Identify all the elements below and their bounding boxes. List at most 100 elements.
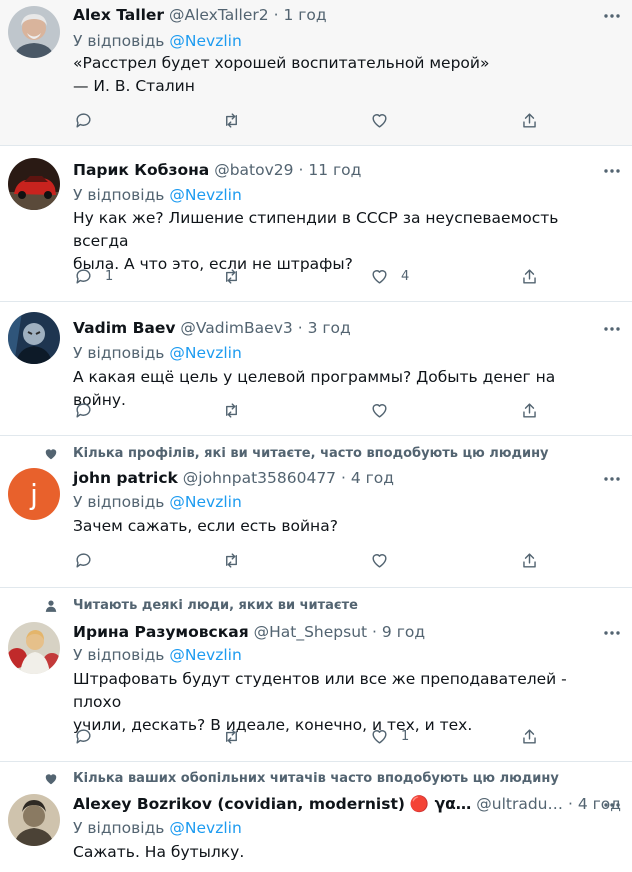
author-name[interactable]: Alexey Bozrikov (covidian, modernist) <box>73 795 405 813</box>
timestamp[interactable]: 4 год <box>351 469 394 487</box>
retweet-button[interactable] <box>222 726 241 746</box>
reply-button[interactable] <box>74 400 105 420</box>
tweet-header: Парик Кобзона @batov29 · 11 год <box>73 160 361 180</box>
more-options-icon[interactable] <box>602 6 622 26</box>
reply-button[interactable] <box>74 110 105 130</box>
heart-icon <box>44 772 58 786</box>
more-options-icon[interactable] <box>602 795 622 815</box>
author-name[interactable]: Alex Taller <box>73 6 164 24</box>
timestamp[interactable]: 11 год <box>308 161 361 179</box>
more-options-icon[interactable] <box>602 623 622 643</box>
like-button[interactable] <box>370 110 401 130</box>
avatar[interactable]: j <box>8 468 60 520</box>
reply-icon <box>74 727 93 746</box>
author-handle[interactable]: @ultradu… <box>476 795 563 813</box>
tweet[interactable]: Vadim Baev @VadimBaev3 · 3 год У відпові… <box>0 302 632 436</box>
mention-link[interactable]: @Nevzlin <box>169 819 241 837</box>
author-name[interactable]: Vadim Baev <box>73 319 175 337</box>
share-button[interactable] <box>520 550 539 570</box>
avatar[interactable] <box>8 312 60 364</box>
reply-to: У відповідь @Nevzlin <box>73 645 242 665</box>
avatar[interactable] <box>8 622 60 674</box>
reply-button[interactable] <box>74 726 105 746</box>
reply-to: У відповідь @Nevzlin <box>73 185 242 205</box>
tweet[interactable]: Кілька ваших обопільних читачів часто вп… <box>0 762 632 872</box>
like-button[interactable] <box>370 550 401 570</box>
separator-dot: · <box>340 469 346 487</box>
author-name-extra[interactable]: 🔴 γα… <box>410 795 471 813</box>
tweet[interactable]: Парик Кобзона @batov29 · 11 год У відпов… <box>0 146 632 302</box>
author-handle[interactable]: @Hat_Shepsut <box>254 623 368 641</box>
author-name[interactable]: Парик Кобзона <box>73 161 209 179</box>
share-icon <box>520 401 539 420</box>
like-count: 1 <box>401 728 410 744</box>
retweet-button[interactable] <box>222 400 241 420</box>
mention-link[interactable]: @Nevzlin <box>169 344 241 362</box>
author-name[interactable]: Ирина Разумовская <box>73 623 249 641</box>
avatar[interactable] <box>8 6 60 58</box>
reply-to: У відповідь @Nevzlin <box>73 818 242 838</box>
tweet-header: john patrick @johnpat35860477 · 4 год <box>73 468 394 488</box>
reply-prefix: У відповідь <box>73 819 165 837</box>
like-button[interactable] <box>370 400 401 420</box>
mention-link[interactable]: @Nevzlin <box>169 493 241 511</box>
reply-prefix: У відповідь <box>73 186 165 204</box>
tweet-text-line: — И. В. Сталин <box>73 77 195 95</box>
social-context[interactable]: Кілька ваших обопільних читачів часто вп… <box>73 771 559 786</box>
timestamp[interactable]: 3 год <box>308 319 351 337</box>
share-button[interactable] <box>520 400 539 420</box>
share-icon <box>520 727 539 746</box>
tweet[interactable]: Читають деякі люди, яких ви читаєте Ирин… <box>0 588 632 762</box>
tweet[interactable]: Alex Taller @AlexTaller2 · 1 год У відпо… <box>0 0 632 146</box>
tweet-text-line: Штрафовать будут студентов или все же пр… <box>73 670 567 711</box>
mention-link[interactable]: @Nevzlin <box>169 32 241 50</box>
tweet-text-line: Ну как же? Лишение стипендии в СССР за н… <box>73 209 559 250</box>
more-options-icon[interactable] <box>602 319 622 339</box>
reply-prefix: У відповідь <box>73 493 165 511</box>
timestamp[interactable]: 9 год <box>382 623 425 641</box>
more-options-icon[interactable] <box>602 161 622 181</box>
timestamp[interactable]: 1 год <box>283 6 326 24</box>
heart-icon <box>44 447 58 461</box>
mention-link[interactable]: @Nevzlin <box>169 186 241 204</box>
retweet-button[interactable] <box>222 266 241 286</box>
more-options-icon[interactable] <box>602 469 622 489</box>
author-handle[interactable]: @AlexTaller2 <box>169 6 269 24</box>
like-button[interactable]: 4 <box>370 266 409 286</box>
reply-prefix: У відповідь <box>73 32 165 50</box>
reply-icon <box>74 551 93 570</box>
share-button[interactable] <box>520 266 539 286</box>
like-count: 4 <box>401 268 410 284</box>
retweet-icon <box>222 551 241 570</box>
retweet-icon <box>222 727 241 746</box>
author-name[interactable]: john patrick <box>73 469 178 487</box>
tweet-header: Alex Taller @AlexTaller2 · 1 год <box>73 5 327 25</box>
share-icon <box>520 111 539 130</box>
share-button[interactable] <box>520 726 539 746</box>
avatar[interactable] <box>8 794 60 846</box>
social-context[interactable]: Кілька профілів, які ви читаєте, часто в… <box>73 446 549 461</box>
reply-icon <box>74 401 93 420</box>
retweet-button[interactable] <box>222 550 241 570</box>
tweet-text: Сажать. На бутылку. <box>73 841 608 864</box>
author-handle[interactable]: @batov29 <box>214 161 293 179</box>
reply-count: 1 <box>105 268 114 284</box>
share-icon <box>520 551 539 570</box>
tweet-text-line: Зачем сажать, если есть война? <box>73 517 338 535</box>
tweet-header: Vadim Baev @VadimBaev3 · 3 год <box>73 318 351 338</box>
author-handle[interactable]: @VadimBaev3 <box>180 319 292 337</box>
reply-button[interactable]: 1 <box>74 266 113 286</box>
tweet[interactable]: Кілька профілів, які ви читаєте, часто в… <box>0 436 632 588</box>
retweet-icon <box>222 267 241 286</box>
reply-feed: Alex Taller @AlexTaller2 · 1 год У відпо… <box>0 0 632 872</box>
share-button[interactable] <box>520 110 539 130</box>
reply-button[interactable] <box>74 550 105 570</box>
avatar[interactable] <box>8 158 60 210</box>
mention-link[interactable]: @Nevzlin <box>169 646 241 664</box>
author-handle[interactable]: @johnpat35860477 <box>183 469 336 487</box>
share-icon <box>520 267 539 286</box>
retweet-button[interactable] <box>222 110 241 130</box>
social-context[interactable]: Читають деякі люди, яких ви читаєте <box>73 598 358 613</box>
like-button[interactable]: 1 <box>370 726 409 746</box>
reply-to: У відповідь @Nevzlin <box>73 31 242 51</box>
